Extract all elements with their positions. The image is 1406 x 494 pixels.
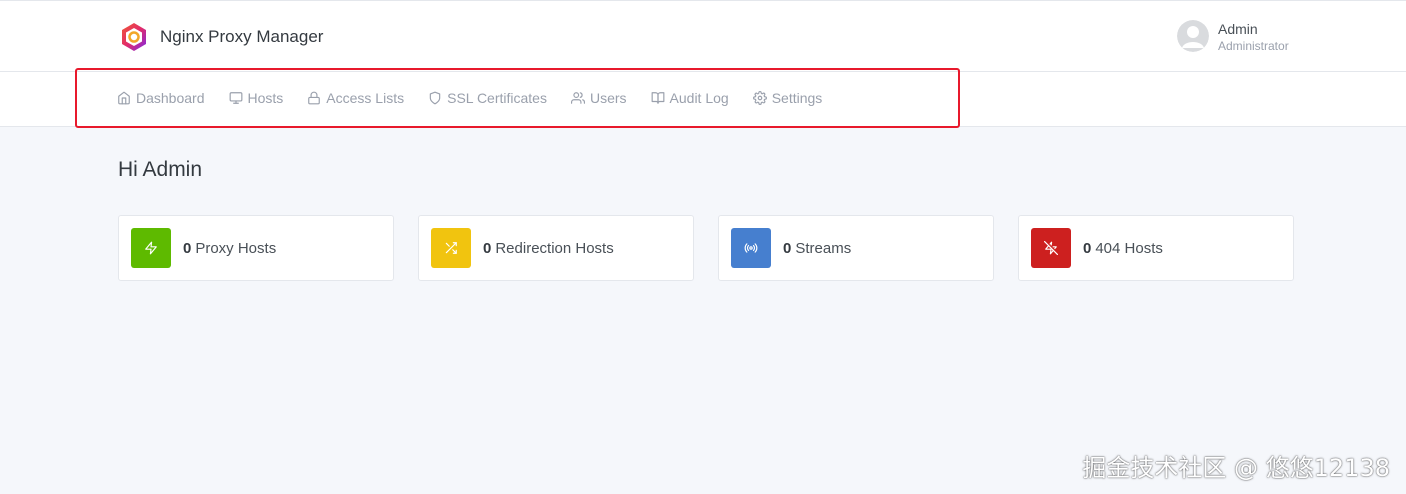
users-icon: [570, 92, 585, 104]
card-label: Streams: [795, 239, 852, 257]
monitor-icon: [229, 92, 242, 104]
nav-item-dashboard[interactable]: Dashboard: [117, 90, 205, 106]
card-label: 404 Hosts: [1095, 239, 1163, 257]
nav-item-audit-log[interactable]: Audit Log: [651, 90, 729, 106]
shuffle-icon: [445, 242, 457, 254]
avatar: [1177, 20, 1209, 52]
nav-item-label: Hosts: [247, 90, 284, 106]
zap-icon: [145, 241, 157, 255]
nav-item-label: Users: [589, 90, 627, 106]
nav-item-hosts[interactable]: Hosts: [229, 90, 284, 106]
nav-item-ssl-certificates[interactable]: SSL Certificates: [428, 90, 547, 106]
lock-icon: [308, 91, 321, 105]
card-icon-badge: [431, 228, 471, 268]
stats-cards: 0 Proxy Hosts 0 Redirection Hosts 0 Streams…: [118, 215, 1294, 281]
nginx-proxy-manager-logo-icon: [122, 23, 146, 51]
zap-off-icon: [1044, 241, 1058, 255]
user-menu[interactable]: Admin Administrator: [1177, 20, 1289, 52]
shield-icon: [429, 91, 441, 105]
card-proxy-hosts[interactable]: 0 Proxy Hosts: [118, 215, 394, 281]
user-name: Admin: [1218, 21, 1258, 37]
watermark-text: 掘金技术社区 @ 悠悠12138: [1082, 454, 1390, 482]
nav-item-label: Access Lists: [326, 90, 405, 106]
nav-item-label: Audit Log: [669, 90, 729, 106]
gear-icon: [752, 91, 767, 105]
card-icon-badge: [1031, 228, 1071, 268]
nav-item-label: Settings: [771, 90, 823, 106]
card-icon-badge: [131, 228, 171, 268]
brand[interactable]: Nginx Proxy Manager: [118, 21, 323, 53]
page-title: Hi Admin: [118, 158, 203, 181]
card-count: 0: [483, 239, 492, 257]
card-streams[interactable]: 0 Streams: [718, 215, 994, 281]
nav-item-settings[interactable]: Settings: [752, 90, 823, 106]
card-label: Proxy Hosts: [195, 239, 277, 257]
radio-icon: [744, 243, 758, 253]
nav-item-users[interactable]: Users: [570, 90, 627, 106]
top-header: Nginx Proxy Manager Admin Administrator: [0, 0, 1406, 72]
book-icon: [651, 92, 664, 104]
nav-item-access-lists[interactable]: Access Lists: [307, 90, 404, 106]
card-redirection-hosts[interactable]: 0 Redirection Hosts: [418, 215, 694, 281]
main-nav: Dashboard Hosts Access Lists SSL Certifi…: [0, 72, 1406, 127]
home-icon: [118, 91, 130, 105]
card-label: Redirection Hosts: [495, 239, 614, 257]
card-count: 0: [1083, 239, 1092, 257]
nav-item-label: SSL Certificates: [447, 90, 547, 106]
card-icon-badge: [731, 228, 771, 268]
card-count: 0: [183, 239, 192, 257]
app-title: Nginx Proxy Manager: [160, 27, 324, 46]
card-count: 0: [783, 239, 792, 257]
user-role: Administrator: [1218, 39, 1289, 53]
nav-item-label: Dashboard: [136, 90, 205, 106]
card-404-hosts[interactable]: 0 404 Hosts: [1018, 215, 1294, 281]
